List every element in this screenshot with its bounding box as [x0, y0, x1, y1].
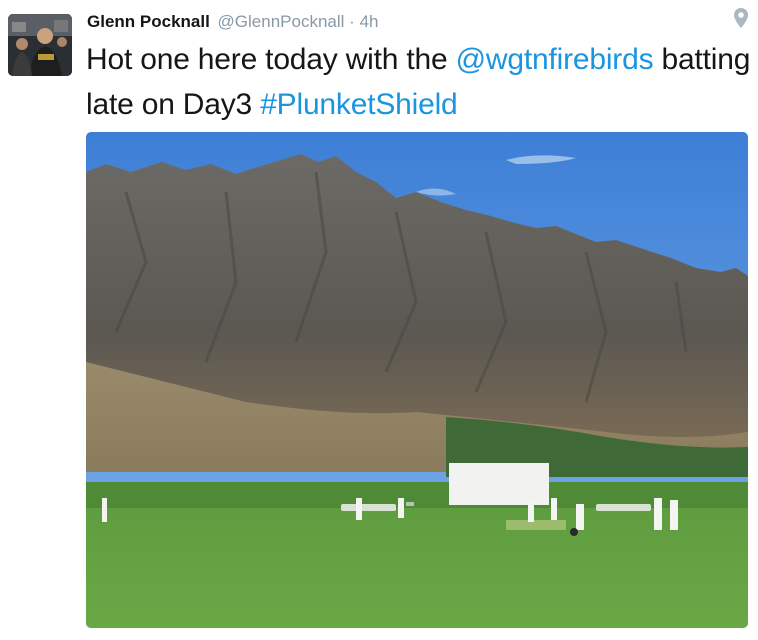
tweet-text: Hot one here today with the @wgtnfirebir…	[86, 37, 751, 127]
tweet-photo[interactable]	[86, 132, 748, 628]
user-avatar[interactable]	[8, 14, 72, 76]
separator-dot: ·	[349, 12, 355, 31]
tweet-text-part1: Hot one here today with the	[86, 43, 456, 76]
timestamp[interactable]: 4h	[360, 12, 379, 31]
user-handle[interactable]: @GlennPocknall	[218, 12, 345, 31]
tweet-header: Glenn Pocknall @GlennPocknall · 4h	[87, 11, 379, 33]
display-name[interactable]: Glenn Pocknall	[87, 12, 210, 31]
hashtag-link[interactable]: #PlunketShield	[260, 88, 458, 121]
mention-link[interactable]: @wgtnfirebirds	[456, 43, 654, 76]
tweet-card: Glenn Pocknall @GlennPocknall · 4h Hot o…	[0, 0, 758, 640]
location-pin-icon[interactable]	[733, 7, 749, 29]
